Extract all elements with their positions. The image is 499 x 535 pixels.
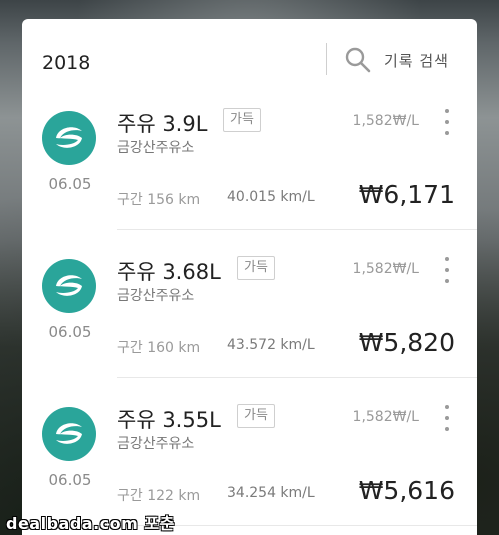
list-header: 2018 기록 검색 bbox=[22, 19, 477, 99]
full-tank-badge: 가득 bbox=[237, 256, 275, 280]
price-per-liter: 1,582₩/L bbox=[352, 261, 419, 277]
search-icon bbox=[345, 47, 371, 73]
more-vertical-icon[interactable] bbox=[439, 405, 455, 431]
total-cost: ₩5,616 bbox=[358, 476, 455, 505]
price-per-liter: 1,582₩/L bbox=[352, 113, 419, 129]
year-label: 2018 bbox=[42, 52, 91, 74]
fuel-efficiency: 43.572 km/L bbox=[227, 337, 315, 353]
distance: 구간 160 km bbox=[117, 340, 201, 356]
distance: 구간 156 km bbox=[117, 192, 201, 208]
full-tank-badge: 가득 bbox=[237, 404, 275, 428]
total-cost: ₩6,171 bbox=[358, 180, 455, 209]
gas-station-logo-icon bbox=[42, 407, 96, 461]
station-name: 금강산주유소 bbox=[117, 436, 195, 452]
header-divider bbox=[326, 43, 327, 75]
row-divider bbox=[117, 229, 477, 230]
record-date: 06.05 bbox=[48, 175, 92, 193]
fuel-efficiency: 34.254 km/L bbox=[227, 485, 315, 501]
search-label: 기록 검색 bbox=[384, 51, 449, 70]
total-cost: ₩5,820 bbox=[358, 328, 455, 357]
more-vertical-icon[interactable] bbox=[439, 257, 455, 283]
fuel-record-row[interactable]: 06.05 주유 3.9L 가득 금강산주유소 1,582₩/L 구간 156 … bbox=[22, 100, 477, 248]
record-title: 주유 3.9L bbox=[117, 112, 208, 136]
row-divider bbox=[117, 377, 477, 378]
price-per-liter: 1,582₩/L bbox=[352, 409, 419, 425]
gas-station-logo-icon bbox=[42, 259, 96, 313]
record-title: 주유 3.55L bbox=[117, 408, 221, 432]
watermark-text: dealbada.com 포춘 bbox=[6, 514, 175, 533]
record-date: 06.05 bbox=[48, 323, 92, 341]
fuel-log-card: 2018 기록 검색 06.05 주유 3.9L 가득 금강산주유소 1,582… bbox=[22, 19, 477, 535]
station-name: 금강산주유소 bbox=[117, 288, 195, 304]
full-tank-badge: 가득 bbox=[223, 108, 261, 132]
more-vertical-icon[interactable] bbox=[439, 109, 455, 135]
station-name: 금강산주유소 bbox=[117, 140, 195, 156]
record-date: 06.05 bbox=[48, 471, 92, 489]
gas-station-logo-icon bbox=[42, 111, 96, 165]
fuel-efficiency: 40.015 km/L bbox=[227, 189, 315, 205]
fuel-record-row[interactable]: 06.05 주유 3.68L 가득 금강산주유소 1,582₩/L 구간 160… bbox=[22, 248, 477, 396]
record-search-button[interactable]: 기록 검색 bbox=[344, 43, 464, 77]
distance: 구간 122 km bbox=[117, 488, 201, 504]
record-title: 주유 3.68L bbox=[117, 260, 221, 284]
